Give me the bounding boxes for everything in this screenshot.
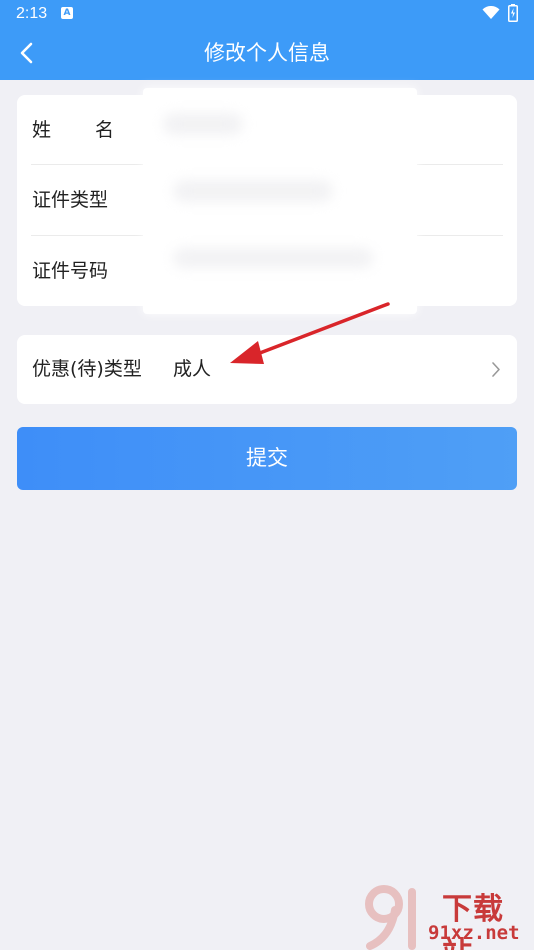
site-logo-icon (365, 885, 416, 950)
status-bar: 2:13 A (0, 0, 534, 28)
discount-type-row[interactable]: 优惠(待)类型 成人 (17, 335, 517, 404)
redaction-overlay (143, 88, 417, 314)
discount-type-label: 优惠(待)类型 (32, 358, 142, 380)
page-title: 修改个人信息 (204, 41, 330, 65)
discount-type-value: 成人 (173, 358, 212, 380)
name-label: 姓名 (32, 95, 114, 165)
notification-app-icon: A (61, 7, 73, 19)
status-time: 2:13 (16, 5, 48, 22)
battery-icon (508, 4, 518, 22)
name-label-char: 姓 (32, 119, 52, 141)
chevron-right-icon (492, 362, 500, 377)
submit-button[interactable]: 提交 (17, 427, 517, 490)
watermark: 下载站 91xz.net (362, 880, 534, 950)
id-type-label: 证件类型 (32, 189, 109, 211)
id-number-label: 证件号码 (32, 260, 109, 282)
wifi-icon (482, 6, 500, 19)
watermark-url: 91xz.net (428, 922, 520, 944)
name-label-char: 名 (95, 119, 115, 141)
